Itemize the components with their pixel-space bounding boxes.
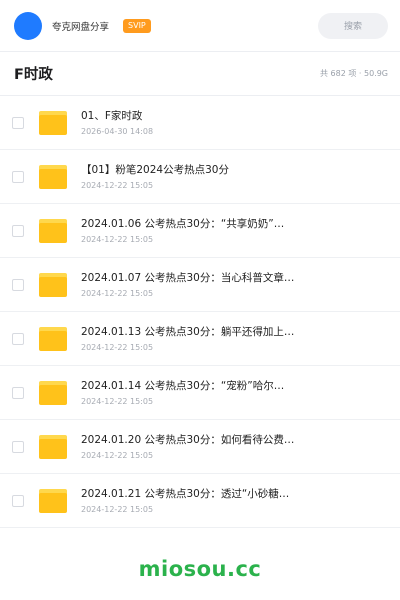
folder-icon	[39, 326, 67, 351]
select-checkbox[interactable]	[12, 440, 24, 453]
footer: miosou.cc	[0, 538, 400, 600]
select-checkbox[interactable]	[12, 224, 24, 237]
folder-title: F时政	[14, 67, 53, 83]
item-text: 2024.01.14 公考热点30分：“宠粉”哈尔… 2024-12-22 15…	[81, 379, 388, 407]
avatar[interactable]	[14, 11, 42, 40]
svip-badge: SVIP	[123, 18, 151, 33]
site-watermark: miosou.cc	[138, 557, 262, 581]
folder-icon	[39, 488, 67, 513]
item-date: 2024-12-22 15:05	[81, 504, 154, 514]
item-name: 2024.01.07 公考热点30分：当心科普文章…	[81, 271, 295, 284]
item-name: 【01】粉笔2024公考热点30分	[81, 163, 229, 176]
item-date: 2024-12-22 15:05	[81, 180, 154, 190]
list-item[interactable]: 2024.01.21 公考热点30分：透过“小砂糖… 2024-12-22 15…	[0, 474, 400, 528]
item-text: 2024.01.07 公考热点30分：当心科普文章… 2024-12-22 15…	[81, 271, 388, 299]
item-name: 01、F家时政	[81, 109, 143, 122]
folder-icon	[39, 218, 67, 243]
search-label: 搜索	[343, 22, 362, 32]
list-item[interactable]: 2024.01.14 公考热点30分：“宠粉”哈尔… 2024-12-22 15…	[0, 366, 400, 420]
folder-icon	[39, 164, 67, 189]
item-text: 01、F家时政 2026-04-30 14:08	[81, 109, 388, 137]
item-text: 【01】粉笔2024公考热点30分 2024-12-22 15:05	[81, 163, 388, 191]
item-date: 2024-12-22 15:05	[81, 288, 154, 298]
folder-header: F时政 共 682 项 · 50.9G	[0, 52, 400, 96]
list-item[interactable]: 【01】粉笔2024公考热点30分 2024-12-22 15:05	[0, 150, 400, 204]
search-button[interactable]: 搜索	[318, 12, 388, 39]
item-text: 2024.01.13 公考热点30分：躺平还得加上… 2024-12-22 15…	[81, 325, 388, 353]
folder-icon	[39, 110, 67, 135]
item-date: 2024-12-22 15:05	[81, 450, 154, 460]
select-checkbox[interactable]	[12, 278, 24, 291]
list-item[interactable]: 01、F家时政 2026-04-30 14:08	[0, 96, 400, 150]
list-item[interactable]: 2024.01.13 公考热点30分：躺平还得加上… 2024-12-22 15…	[0, 312, 400, 366]
item-text: 2024.01.06 公考热点30分：“共享奶奶”… 2024-12-22 15…	[81, 217, 388, 245]
select-checkbox[interactable]	[12, 386, 24, 399]
select-checkbox[interactable]	[12, 116, 24, 129]
file-list: 01、F家时政 2026-04-30 14:08 【01】粉笔2024公考热点3…	[0, 96, 400, 528]
item-name: 2024.01.13 公考热点30分：躺平还得加上…	[81, 325, 295, 338]
item-name: 2024.01.20 公考热点30分：如何看待公费…	[81, 433, 295, 446]
select-checkbox[interactable]	[12, 170, 24, 183]
list-item[interactable]: 2024.01.07 公考热点30分：当心科普文章… 2024-12-22 15…	[0, 258, 400, 312]
list-item[interactable]: 2024.01.06 公考热点30分：“共享奶奶”… 2024-12-22 15…	[0, 204, 400, 258]
share-page: 夸克网盘分享 SVIP 搜索 F时政 共 682 项 · 50.9G 01、F家…	[0, 0, 400, 600]
folder-icon	[39, 434, 67, 459]
item-name: 2024.01.21 公考热点30分：透过“小砂糖…	[81, 487, 290, 500]
app-title: 夸克网盘分享	[52, 21, 110, 33]
select-checkbox[interactable]	[12, 332, 24, 345]
folder-icon	[39, 272, 67, 297]
item-text: 2024.01.21 公考热点30分：透过“小砂糖… 2024-12-22 15…	[81, 487, 388, 515]
top-bar: 夸克网盘分享 SVIP 搜索	[0, 0, 400, 52]
item-date: 2024-12-22 15:05	[81, 396, 154, 406]
item-name: 2024.01.06 公考热点30分：“共享奶奶”…	[81, 217, 285, 230]
item-date: 2024-12-22 15:05	[81, 234, 154, 244]
item-name: 2024.01.14 公考热点30分：“宠粉”哈尔…	[81, 379, 285, 392]
item-date: 2024-12-22 15:05	[81, 342, 154, 352]
select-checkbox[interactable]	[12, 494, 24, 507]
item-text: 2024.01.20 公考热点30分：如何看待公费… 2024-12-22 15…	[81, 433, 388, 461]
folder-icon	[39, 380, 67, 405]
list-item[interactable]: 2024.01.20 公考热点30分：如何看待公费… 2024-12-22 15…	[0, 420, 400, 474]
folder-meta: 共 682 项 · 50.9G	[320, 69, 388, 78]
item-date: 2026-04-30 14:08	[81, 126, 154, 136]
